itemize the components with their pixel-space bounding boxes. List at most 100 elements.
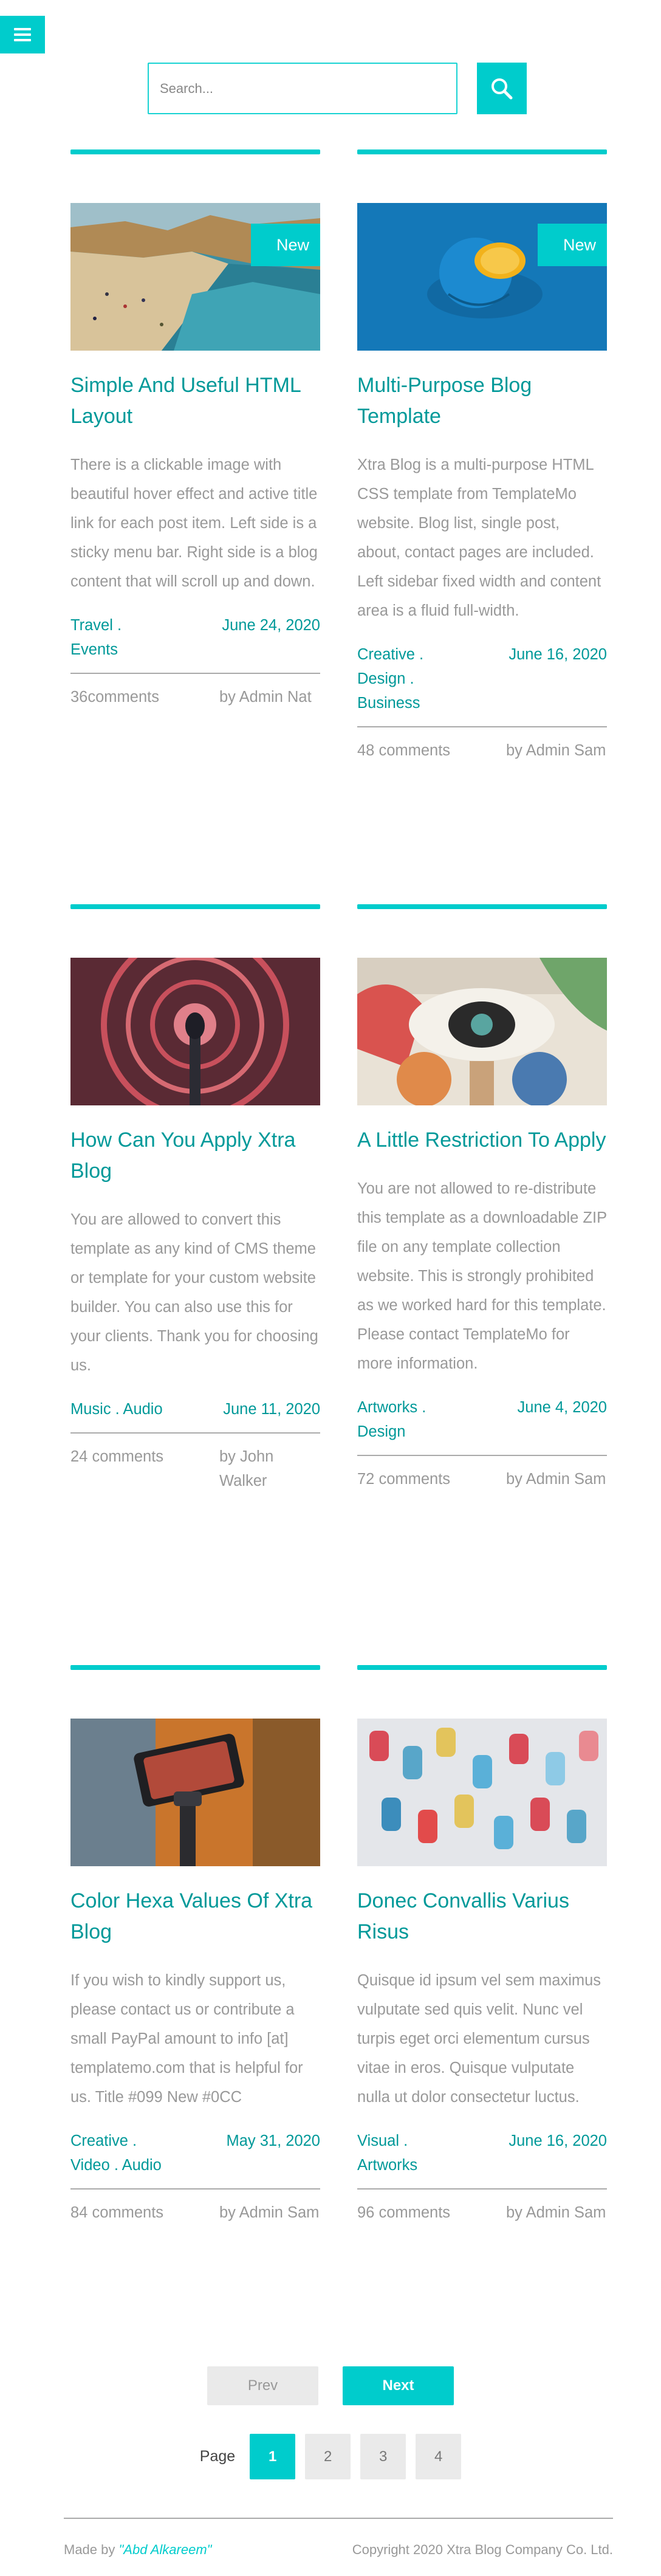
page-link-3[interactable]: 3 bbox=[360, 2434, 406, 2479]
post-date: June 16, 2020 bbox=[509, 2132, 607, 2149]
comment-count: 84 comments bbox=[70, 2204, 164, 2221]
page-link-2[interactable]: 2 bbox=[305, 2434, 351, 2479]
post-author: by Admin Sam bbox=[506, 1471, 606, 1488]
footer-credit: Made by "Abd Alkareem" bbox=[64, 2542, 211, 2558]
divider bbox=[357, 1455, 607, 1456]
category-link[interactable]: Design . bbox=[357, 667, 497, 691]
menu-toggle-button[interactable] bbox=[0, 16, 45, 53]
comment-count: 24 comments bbox=[70, 1448, 164, 1465]
post-top-bar bbox=[357, 1665, 607, 1670]
post-footer: 84 comments by Admin Sam bbox=[70, 2200, 320, 2225]
post-author: by Admin Sam bbox=[506, 742, 606, 759]
post-categories: Artworks . Design bbox=[357, 1395, 497, 1444]
post-footer: 72 comments by Admin Sam bbox=[357, 1467, 607, 1491]
post-top-bar bbox=[357, 149, 607, 154]
page-link-1[interactable]: 1 bbox=[250, 2434, 296, 2479]
post-date: June 11, 2020 bbox=[223, 1401, 320, 1418]
post-title-link[interactable]: Multi-Purpose Blog Template bbox=[357, 370, 607, 432]
post-title-link[interactable]: A Little Restriction To Apply bbox=[357, 1125, 607, 1156]
divider bbox=[70, 1432, 320, 1434]
page-label: Page bbox=[199, 2448, 236, 2465]
post-meta: Creative . Video . Audio May 31, 2020 bbox=[70, 2129, 320, 2177]
prev-next-nav: Prev Next bbox=[0, 2366, 661, 2405]
post-image-link[interactable] bbox=[70, 958, 320, 1105]
post-author: by Admin Sam bbox=[219, 2204, 320, 2221]
post-meta: Travel . Events June 24, 2020 bbox=[70, 613, 320, 662]
post-date: June 4, 2020 bbox=[517, 1399, 607, 1416]
post-image-link[interactable] bbox=[357, 1719, 607, 1866]
post-excerpt: There is a clickable image with beautifu… bbox=[70, 456, 318, 590]
divider bbox=[357, 726, 607, 727]
category-link[interactable]: Business bbox=[357, 691, 497, 715]
post-author: by John Walker bbox=[219, 1448, 274, 1489]
page-link-4[interactable]: 4 bbox=[416, 2434, 462, 2479]
search-icon bbox=[491, 78, 513, 99]
eye-artwork-photo bbox=[357, 958, 607, 1105]
post-footer: 48 comments by Admin Sam bbox=[357, 738, 607, 763]
credit-prefix: Made by bbox=[64, 2542, 119, 2557]
post-meta: Artworks . Design June 4, 2020 bbox=[357, 1395, 607, 1444]
post-card: A Little Restriction To Apply You are no… bbox=[357, 904, 607, 1491]
category-link[interactable]: Creative . bbox=[70, 2129, 210, 2153]
post-image-link[interactable]: New bbox=[357, 203, 607, 351]
copyright-text: Copyright 2020 Xtra Blog Company Co. Ltd… bbox=[352, 2542, 613, 2557]
comment-count: 36comments bbox=[70, 689, 159, 706]
post-title-link[interactable]: Donec Convallis Varius Risus bbox=[357, 1886, 607, 1948]
category-link[interactable]: Design bbox=[357, 1420, 497, 1444]
footer-divider bbox=[64, 2518, 613, 2519]
category-link[interactable]: Travel . bbox=[70, 613, 210, 637]
footer: Made by "Abd Alkareem" Copyright 2020 Xt… bbox=[64, 2542, 613, 2558]
post-categories: Music . Audio bbox=[70, 1397, 210, 1421]
category-link[interactable]: Creative . bbox=[357, 642, 497, 667]
post-title-link[interactable]: Simple And Useful HTML Layout bbox=[70, 370, 320, 432]
author-credit-link[interactable]: "Abd Alkareem" bbox=[119, 2542, 212, 2557]
post-excerpt: Quisque id ipsum vel sem maximus vulputa… bbox=[357, 1972, 601, 2106]
post-categories: Travel . Events bbox=[70, 613, 210, 662]
post-footer: 96 comments by Admin Sam bbox=[357, 2200, 607, 2225]
next-button[interactable]: Next bbox=[343, 2366, 454, 2405]
new-badge: New bbox=[538, 224, 607, 266]
post-excerpt: You are allowed to convert this template… bbox=[70, 1211, 318, 1374]
post-categories: Visual . Artworks bbox=[357, 2129, 497, 2177]
post-top-bar bbox=[70, 149, 320, 154]
post-author: by Admin Sam bbox=[506, 2204, 606, 2221]
post-top-bar bbox=[357, 904, 607, 909]
pagination: Page 1 2 3 4 bbox=[0, 2434, 661, 2479]
post-meta: Creative . Design . Business June 16, 20… bbox=[357, 642, 607, 715]
search-button[interactable] bbox=[477, 63, 527, 114]
post-top-bar bbox=[70, 1665, 320, 1670]
microphone-mural-photo bbox=[70, 958, 320, 1105]
category-link[interactable]: Music . Audio bbox=[70, 1397, 210, 1421]
post-date: June 24, 2020 bbox=[222, 617, 320, 634]
search-input[interactable] bbox=[148, 63, 457, 114]
post-top-bar bbox=[70, 904, 320, 909]
category-link[interactable]: Artworks . bbox=[357, 1395, 497, 1420]
category-link[interactable]: Artworks bbox=[357, 2153, 497, 2177]
post-categories: Creative . Design . Business bbox=[357, 642, 497, 715]
post-title-link[interactable]: Color Hexa Values Of Xtra Blog bbox=[70, 1886, 320, 1948]
category-link[interactable]: Video . Audio bbox=[70, 2153, 210, 2177]
divider bbox=[70, 2188, 320, 2190]
post-image-link[interactable] bbox=[357, 958, 607, 1105]
post-card: New Multi-Purpose Blog Template Xtra Blo… bbox=[357, 149, 607, 763]
prev-button[interactable]: Prev bbox=[207, 2366, 318, 2405]
post-author: by Admin Nat bbox=[219, 689, 312, 706]
post-title-link[interactable]: How Can You Apply Xtra Blog bbox=[70, 1125, 320, 1187]
comment-count: 96 comments bbox=[357, 2204, 451, 2221]
post-card: How Can You Apply Xtra Blog You are allo… bbox=[70, 904, 320, 1493]
divider bbox=[357, 2188, 607, 2190]
category-link[interactable]: Events bbox=[70, 637, 210, 662]
paper-lanterns-photo bbox=[357, 1719, 607, 1866]
post-card: New Simple And Useful HTML Layout There … bbox=[70, 149, 320, 709]
post-image-link[interactable]: New bbox=[70, 203, 320, 351]
search-form bbox=[148, 63, 527, 114]
post-meta: Music . Audio June 11, 2020 bbox=[70, 1397, 320, 1421]
camera-gimbal-photo bbox=[70, 1719, 320, 1866]
post-image-link[interactable] bbox=[70, 1719, 320, 1866]
hamburger-icon bbox=[14, 28, 31, 41]
post-card: Donec Convallis Varius Risus Quisque id … bbox=[357, 1665, 607, 2225]
post-card: Color Hexa Values Of Xtra Blog If you wi… bbox=[70, 1665, 320, 2225]
post-excerpt: You are not allowed to re-distribute thi… bbox=[357, 1180, 607, 1372]
post-categories: Creative . Video . Audio bbox=[70, 2129, 210, 2177]
category-link[interactable]: Visual . bbox=[357, 2129, 497, 2153]
